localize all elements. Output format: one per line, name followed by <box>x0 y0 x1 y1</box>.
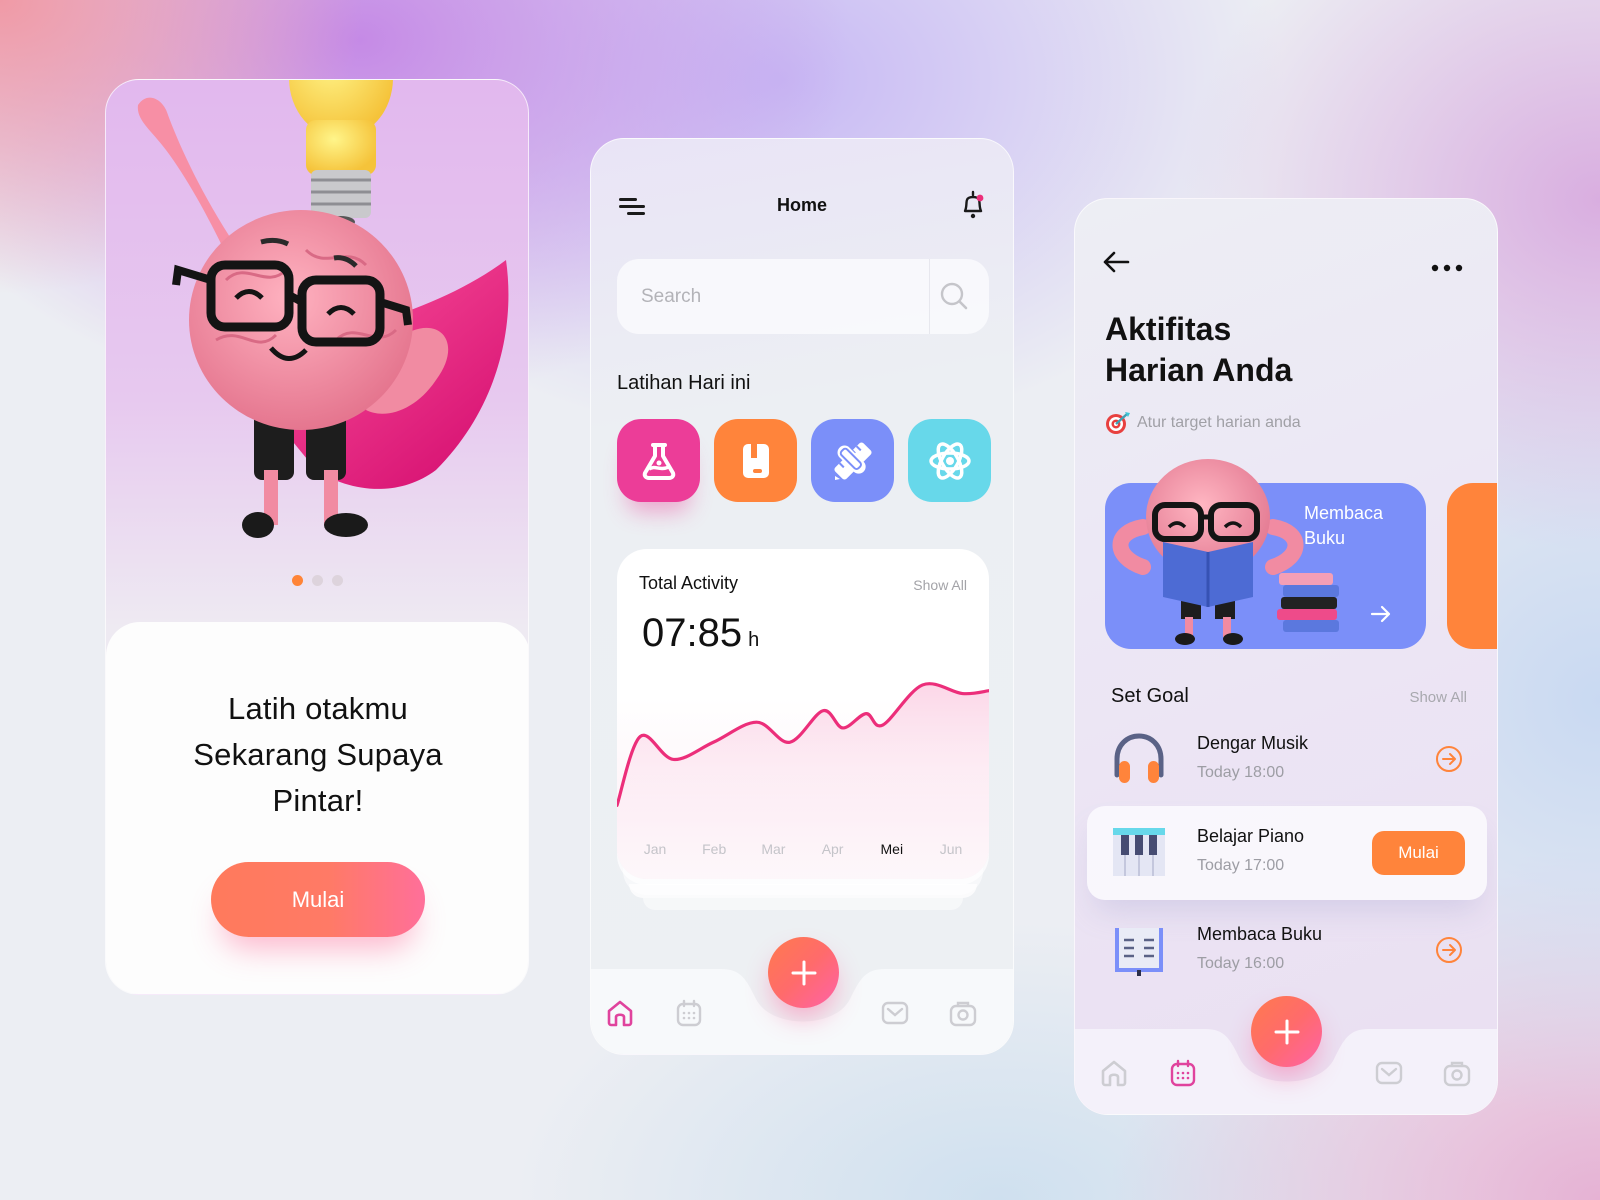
ruler-pencil-icon <box>833 441 872 480</box>
goal-item-music[interactable]: Dengar Musik Today 18:00 <box>1087 713 1487 807</box>
set-goal-title: Set Goal <box>1111 685 1189 707</box>
start-goal-button[interactable]: Mulai <box>1372 831 1465 875</box>
nav-home-icon[interactable] <box>605 998 635 1028</box>
featured-activity-label: Membaca Buku <box>1304 503 1384 548</box>
activity-hours: 07:85 <box>642 611 743 655</box>
chart-point <box>837 722 849 734</box>
brain-superhero-illustration <box>137 80 509 538</box>
add-button[interactable] <box>1251 996 1322 1067</box>
chart-point <box>667 753 679 765</box>
search-input[interactable] <box>641 259 921 334</box>
arrow-left-icon[interactable] <box>1101 249 1131 275</box>
card-stack-shadow <box>629 884 977 898</box>
x-tick-label[interactable]: Jun <box>940 841 963 857</box>
exercise-tile-science[interactable] <box>617 419 700 502</box>
x-tick-label[interactable]: Mar <box>761 841 785 857</box>
x-tick-label[interactable]: Feb <box>702 841 726 857</box>
start-button[interactable]: Mulai <box>211 862 425 937</box>
goal-time: Today 17:00 <box>1197 857 1285 874</box>
activity-show-all-link[interactable]: Show All <box>913 577 967 593</box>
chart-point <box>751 716 763 728</box>
top-bar: Home <box>591 187 1013 227</box>
notification-dot <box>976 194 984 202</box>
home-screen: Home Latihan Hari ini <box>590 138 1014 1055</box>
pager-dot[interactable] <box>331 575 343 586</box>
x-tick-label[interactable]: Jan <box>644 841 667 857</box>
x-tick-label[interactable]: Apr <box>822 841 844 857</box>
arrow-circle-right-icon[interactable] <box>1435 936 1463 964</box>
goal-item-reading[interactable]: Membaca Buku Today 16:00 <box>1087 904 1487 998</box>
arrow-circle-right-icon[interactable] <box>1435 745 1463 773</box>
atom-icon <box>928 441 971 480</box>
activity-unit: h <box>748 629 760 651</box>
nav-mail-icon[interactable] <box>880 998 910 1028</box>
featured-activity-card[interactable]: Membaca Buku <box>1105 483 1426 649</box>
exercise-tile-drawing[interactable] <box>811 419 894 502</box>
chart-area <box>617 683 989 879</box>
book-icon <box>742 443 769 478</box>
chart-point <box>817 705 829 717</box>
page-subtitle: Atur target harian anda <box>1105 411 1301 435</box>
next-activity-card[interactable] <box>1447 483 1497 649</box>
plus-icon <box>1274 1019 1299 1044</box>
headphones-icon <box>1114 733 1164 783</box>
activity-title: Total Activity <box>639 573 739 593</box>
menu-icon[interactable] <box>619 195 647 219</box>
goal-time: Today 18:00 <box>1197 764 1285 781</box>
target-icon <box>1106 412 1130 434</box>
search-divider <box>929 259 930 334</box>
onboarding-screen: Latih otakmu Sekarang Supaya Pintar! Mul… <box>105 79 529 995</box>
bell-icon[interactable] <box>959 189 987 221</box>
search-bar <box>617 259 989 334</box>
nav-home-icon[interactable] <box>1099 1058 1129 1088</box>
nav-mail-icon[interactable] <box>1374 1058 1404 1088</box>
activities-screen: Aktifitas Harian Anda Atur target harian… <box>1074 198 1498 1115</box>
chart-point <box>917 679 929 691</box>
page-title: Home <box>776 195 827 215</box>
pager-dot[interactable] <box>311 575 323 586</box>
x-tick-label[interactable]: Mei <box>881 841 904 857</box>
exercise-tile-reading[interactable] <box>714 419 797 502</box>
goal-name: Dengar Musik <box>1197 733 1309 753</box>
onboarding-panel: Latih otakmu Sekarang Supaya Pintar! Mul… <box>106 622 528 994</box>
goal-name: Belajar Piano <box>1197 826 1305 846</box>
pager-dot-active[interactable] <box>291 575 303 586</box>
total-activity-card: Total Activity Show All 07:85 h Jan Feb Mar… <box>617 549 989 879</box>
goals-show-all-link[interactable]: Show All <box>1409 689 1467 706</box>
nav-camera-icon[interactable] <box>948 998 978 1028</box>
subtitle-text: Atur target harian anda <box>1137 414 1301 431</box>
onboarding-pager <box>106 575 528 586</box>
exercise-tile-physics[interactable] <box>908 419 991 502</box>
nav-camera-icon[interactable] <box>1442 1058 1472 1088</box>
goal-time: Today 16:00 <box>1197 955 1285 972</box>
page-title: Aktifitas Harian Anda <box>1105 311 1293 388</box>
today-section-title: Latihan Hari ini <box>617 372 751 394</box>
chart-point <box>784 736 796 748</box>
nav-calendar-icon[interactable] <box>674 998 704 1028</box>
plus-icon <box>791 960 816 985</box>
onboarding-headline: Latih otakmu Sekarang Supaya Pintar! <box>193 691 443 818</box>
activity-total-value: 07:85 h <box>642 611 759 656</box>
chart-point <box>634 731 646 743</box>
chart-point <box>707 736 719 748</box>
card-stack-shadow <box>643 898 963 910</box>
nav-calendar-icon[interactable] <box>1168 1058 1198 1088</box>
add-button[interactable] <box>768 937 839 1008</box>
goal-item-piano[interactable]: Belajar Piano Today 17:00 Mulai <box>1087 806 1487 900</box>
book-open-icon <box>1115 928 1163 976</box>
exercise-tiles <box>617 419 991 502</box>
search-icon[interactable] <box>939 281 969 311</box>
piano-icon <box>1113 828 1165 876</box>
arrow-right-icon[interactable] <box>1370 605 1392 623</box>
chart-point <box>956 688 968 700</box>
chart-point <box>860 708 872 720</box>
chart-point <box>877 719 889 731</box>
flask-icon <box>642 442 675 480</box>
more-dots-icon[interactable] <box>1431 264 1463 272</box>
goal-name: Membaca Buku <box>1197 924 1323 944</box>
activity-chart: Jan Feb Mar Apr Mei Jun <box>617 679 989 879</box>
